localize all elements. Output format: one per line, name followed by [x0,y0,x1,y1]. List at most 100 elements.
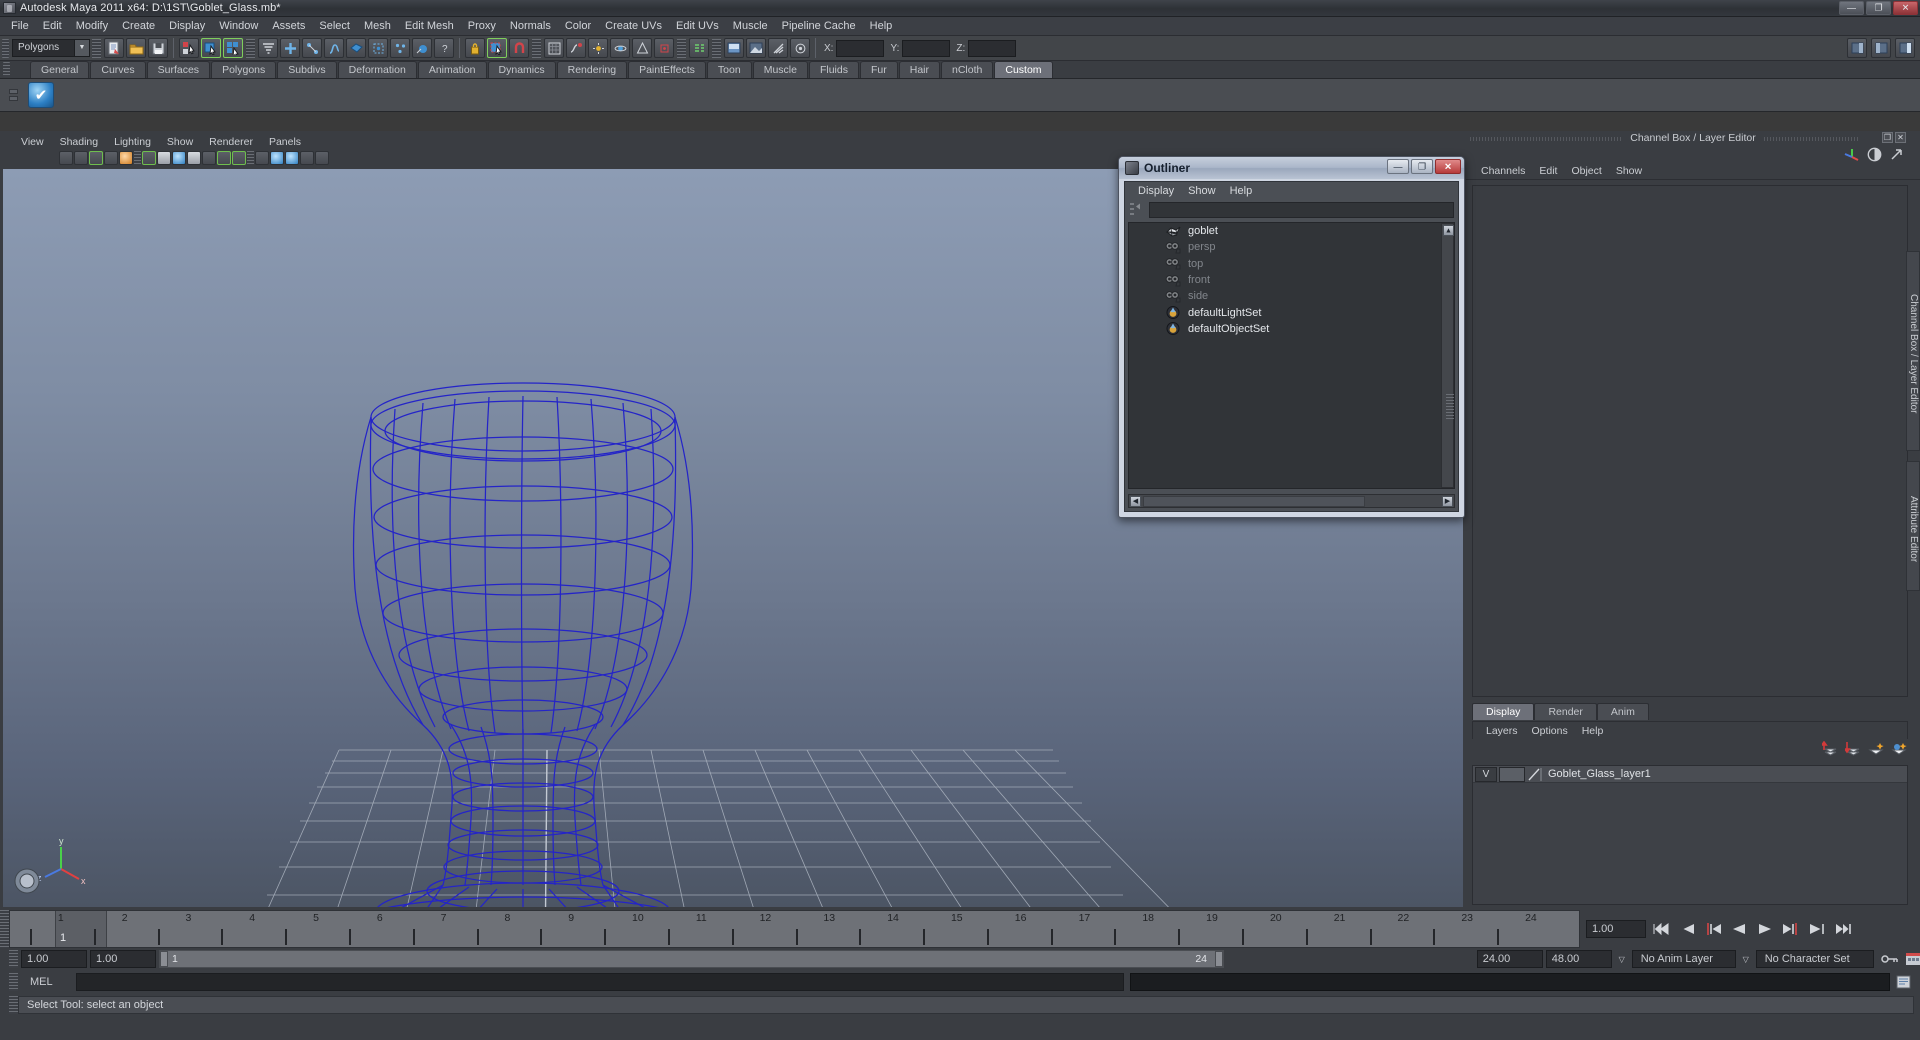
select-dynamics-button[interactable] [390,38,410,58]
outliner-item-goblet[interactable]: goblet [1129,223,1454,239]
arrow-up-right-icon[interactable] [1889,147,1904,162]
outliner-item-front[interactable]: front [1129,272,1454,288]
undock-button[interactable]: ❐ [1882,132,1893,143]
layer-row[interactable]: V Goblet_Glass_layer1 [1473,766,1907,783]
select-by-hierarchy-button[interactable] [179,38,199,58]
dock-tab-channel-box[interactable]: Channel Box / Layer Editor [1906,251,1920,451]
smooth-shade-textured-icon[interactable] [172,150,186,165]
playback-start-time-field[interactable]: 1.00 [90,950,156,968]
anim-layer-dropdown-icon[interactable]: ▽ [1615,950,1629,968]
outliner-item-side[interactable]: side [1129,288,1454,304]
outliner-resize-grip[interactable] [1446,394,1454,420]
layer-editor-tab-anim[interactable]: Anim [1596,703,1649,720]
exposure-control-icon[interactable] [285,150,299,165]
shelf-tab-fluids[interactable]: Fluids [808,61,859,78]
camera-attributes-icon[interactable] [74,150,88,165]
isolate-select-icon[interactable] [255,150,269,165]
show-hide-tool-settings-button[interactable] [1871,38,1891,58]
shadows-icon[interactable] [202,150,216,165]
show-hide-channel-box-button[interactable] [1895,38,1915,58]
two-d-pan-zoom-icon[interactable] [119,150,133,165]
film-gate-icon[interactable] [315,150,329,165]
outliner-vertical-scrollbar[interactable]: ▲ [1441,223,1454,488]
layer-editor-tab-display[interactable]: Display [1472,703,1535,720]
select-deformers-button[interactable] [368,38,388,58]
outliner-maximize-button[interactable]: ❐ [1411,159,1433,174]
time-slider-grip[interactable] [0,910,9,948]
menu-item-edit[interactable]: Edit [36,17,69,36]
scroll-left-icon[interactable]: ◀ [1130,495,1141,507]
script-editor-icon[interactable] [1896,975,1912,989]
viewport-menu-lighting[interactable]: Lighting [106,136,159,148]
channel-box-menu-object[interactable]: Object [1564,165,1608,177]
outliner-menu-display[interactable]: Display [1131,185,1181,197]
menu-item-muscle[interactable]: Muscle [726,17,775,36]
menu-set-selector[interactable]: Polygons ▼ [12,39,90,57]
menu-item-help[interactable]: Help [863,17,900,36]
current-time-field[interactable]: 1.00 [1586,920,1646,938]
channel-box-menu-channels[interactable]: Channels [1474,165,1532,177]
outliner-window[interactable]: Outliner — ❐ ✕ Display Show Help goblet per… [1118,156,1465,518]
command-language-label[interactable]: MEL [18,976,76,988]
select-surfaces-button[interactable] [346,38,366,58]
shelf-tab-toon[interactable]: Toon [706,61,752,78]
viewport-menu-panels[interactable]: Panels [261,136,309,148]
range-slider-grip[interactable] [9,950,18,968]
hypershade-button[interactable] [768,38,788,58]
dock-tab-attribute-editor[interactable]: Attribute Editor [1906,461,1920,591]
shelf-tab-custom[interactable]: Custom [994,61,1053,78]
custom-shelf-item-icon[interactable]: ✔ [28,82,54,108]
use-all-lights-icon[interactable] [187,150,201,165]
shelf-tab-subdivs[interactable]: Subdivs [277,61,337,78]
select-curves-button[interactable] [324,38,344,58]
menu-item-file[interactable]: File [4,17,36,36]
step-back-keyframe-button[interactable] [1676,919,1698,939]
viewport-menu-view[interactable]: View [13,136,52,148]
select-misc-button[interactable]: ? [434,38,454,58]
viewport-menu-show[interactable]: Show [159,136,201,148]
menu-item-window[interactable]: Window [212,17,265,36]
menu-item-create[interactable]: Create [115,17,162,36]
minimize-button[interactable]: — [1839,1,1864,15]
magnet-snap-button[interactable] [509,38,529,58]
outliner-minimize-button[interactable]: — [1387,159,1409,174]
menu-item-assets[interactable]: Assets [265,17,312,36]
snap-to-view-plane-button[interactable] [610,38,630,58]
select-joints-button[interactable] [302,38,322,58]
render-globals-button[interactable] [790,38,810,58]
menu-item-edit-uvs[interactable]: Edit UVs [669,17,726,36]
character-set-dropdown-icon[interactable]: ▽ [1739,950,1753,968]
manipulator-icon[interactable] [1844,147,1860,161]
panel-close-button[interactable]: ✕ [1895,132,1906,143]
shelf-options-menu[interactable] [4,80,22,110]
step-forward-frame-button[interactable] [1780,919,1802,939]
select-rendering-button[interactable] [412,38,432,58]
contrast-icon[interactable] [1867,147,1882,162]
z-input[interactable] [968,39,1017,57]
display-polygon-count-icon[interactable] [270,150,284,165]
shelf-tab-deformation[interactable]: Deformation [337,61,417,78]
shelf-tab-animation[interactable]: Animation [417,61,487,78]
menu-item-select[interactable]: Select [312,17,357,36]
new-empty-layer-icon[interactable] [1868,741,1885,756]
shelf-tab-general[interactable]: General [30,61,90,78]
step-forward-keyframe-button[interactable] [1806,919,1828,939]
play-forwards-button[interactable] [1754,919,1776,939]
scroll-right-icon[interactable]: ▶ [1442,495,1453,507]
outliner-hscroll-thumb[interactable] [1143,496,1365,507]
smooth-shade-all-icon[interactable] [157,150,171,165]
select-camera-icon[interactable] [59,150,73,165]
command-input[interactable] [76,973,1124,991]
menu-item-edit-mesh[interactable]: Edit Mesh [398,17,461,36]
outliner-list[interactable]: goblet persp top front side defaultLightSet de… [1128,222,1455,489]
shelf-tab-curves[interactable]: Curves [90,61,146,78]
animation-start-time-field[interactable]: 1.00 [21,950,87,968]
channel-box-menu-edit[interactable]: Edit [1532,165,1564,177]
help-line-grip[interactable] [9,996,18,1014]
animation-preferences-icon[interactable] [1905,952,1920,966]
wireframe-shading-icon[interactable] [142,150,156,165]
viewport-menu-shading[interactable]: Shading [52,136,107,148]
shelf-tab-rendering[interactable]: Rendering [556,61,628,78]
menu-item-normals[interactable]: Normals [503,17,558,36]
select-by-component-type-button[interactable] [223,38,243,58]
